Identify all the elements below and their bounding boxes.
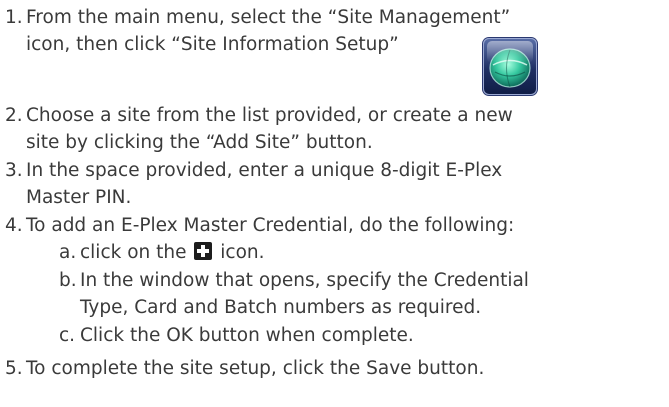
step-text-line: Choose a site from the list provided, or…: [26, 105, 513, 126]
plus-icon: [194, 242, 213, 260]
substep-text: click on the: [80, 242, 187, 263]
step-text-line: To add an E-Plex Master Credential, do t…: [26, 215, 515, 236]
substep-text-line: Type, Card and Batch numbers as required…: [80, 297, 482, 318]
step-number: 5.: [5, 358, 23, 379]
step-text-line: In the space provided, enter a unique 8-…: [26, 160, 503, 181]
step-text-line: To complete the site setup, click the Sa…: [26, 358, 485, 379]
step-number: 3.: [5, 160, 23, 181]
substep-text-line: click on the icon.: [80, 242, 265, 263]
step-number: 1.: [5, 7, 23, 28]
substep-letter: b.: [59, 270, 77, 291]
step-text-line: Master PIN.: [26, 187, 132, 208]
site-management-globe-icon: [483, 38, 537, 95]
substep-text-line: In the window that opens, specify the Cr…: [80, 270, 529, 291]
step-number: 2.: [5, 105, 23, 126]
step-text-line: icon, then click “Site Information Setup…: [26, 34, 399, 55]
step-text-line: site by clicking the “Add Site” button.: [26, 132, 373, 153]
step-text-line: From the main menu, select the “Site Man…: [26, 7, 511, 28]
step-number: 4.: [5, 215, 23, 236]
substep-letter: c.: [59, 325, 76, 346]
substep-text: icon.: [220, 242, 265, 263]
substep-text-line: Click the OK button when complete.: [80, 325, 414, 346]
substep-letter: a.: [59, 242, 77, 263]
